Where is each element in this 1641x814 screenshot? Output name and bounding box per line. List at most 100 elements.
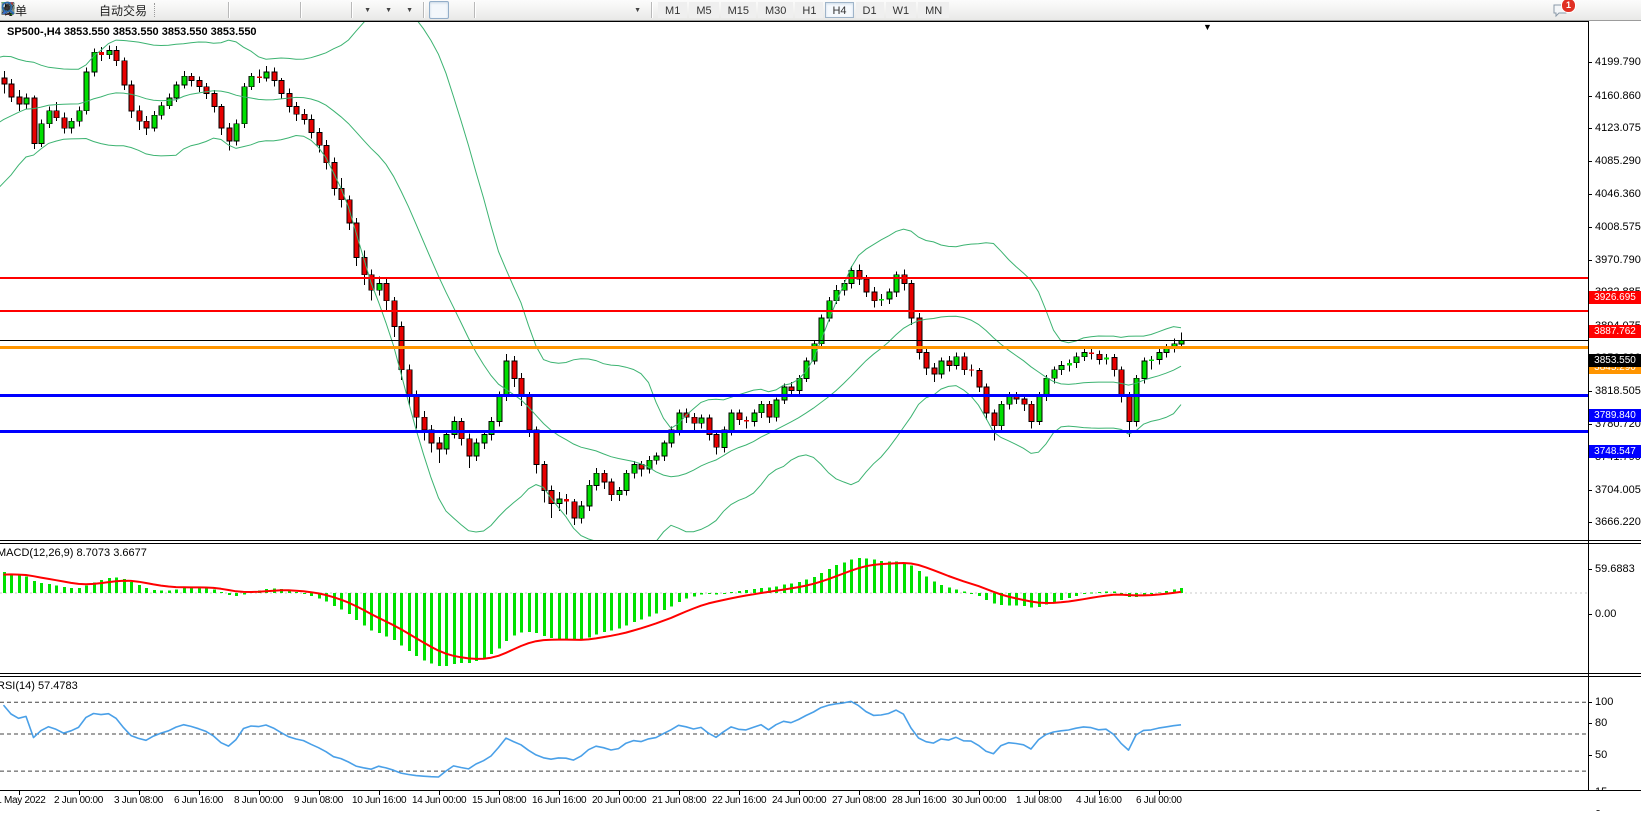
cursor-button[interactable] <box>429 1 449 19</box>
time-tick-label: 4 Jul 16:00 <box>1076 795 1122 806</box>
rsi-axis[interactable]: 1008050150 <box>1589 677 1641 790</box>
chart-window[interactable]: SP500-,H4 3853.550 3853.550 3853.550 385… <box>0 21 1641 810</box>
time-tick-label: 2 Jun 00:00 <box>54 795 103 806</box>
toolbar-separator <box>228 2 230 18</box>
scroll-position-marker: ▼ <box>1203 23 1212 32</box>
toolbar-separator <box>474 2 476 18</box>
timeframe-m1[interactable]: M1 <box>658 2 687 18</box>
time-axis[interactable]: 31 May 20222 Jun 00:003 Jun 08:006 Jun 1… <box>0 791 1641 810</box>
toolbar-separator <box>423 2 425 18</box>
macd-tick-label: 59.6883 <box>1595 564 1635 575</box>
horizontal-price-line[interactable] <box>0 394 1588 397</box>
mt4-terminal: { "toolbar": { "order_label": "订单", "aut… <box>0 0 1641 810</box>
templates-button[interactable]: ▼ <box>399 1 419 19</box>
search-button[interactable] <box>1530 1 1550 19</box>
chart-shift-button[interactable] <box>327 1 347 19</box>
search-icon <box>0 0 16 16</box>
price-tick-label: 3970.790 <box>1595 255 1641 266</box>
autotrade-button[interactable]: 自动交易 <box>95 1 151 19</box>
timeframe-m15[interactable]: M15 <box>721 2 756 18</box>
tile-windows-button[interactable] <box>276 1 296 19</box>
bar-chart-button[interactable] <box>162 1 182 19</box>
time-tick-label: 6 Jul 00:00 <box>1136 795 1182 806</box>
rsi-chart[interactable] <box>0 677 1588 790</box>
candlestick-button[interactable] <box>183 1 203 19</box>
price-chart-pane[interactable]: SP500-,H4 3853.550 3853.550 3853.550 385… <box>0 21 1588 541</box>
crosshair-button[interactable] <box>450 1 470 19</box>
time-tick-label: 27 Jun 08:00 <box>832 795 886 806</box>
fibonacci-button[interactable]: F <box>564 1 584 19</box>
timeframe-h4[interactable]: H4 <box>825 2 853 18</box>
price-tick-label: 4123.075 <box>1595 123 1641 134</box>
periods-button[interactable]: ▼ <box>378 1 398 19</box>
time-tick-label: 30 Jun 00:00 <box>952 795 1006 806</box>
toolbar-separator <box>651 2 653 18</box>
time-tick-label: 1 Jul 08:00 <box>1016 795 1062 806</box>
zoom-out-button[interactable] <box>255 1 275 19</box>
indicators-caret: ▼ <box>364 7 371 14</box>
rsi-pane[interactable]: RSI(14) 57.4783 <box>0 677 1588 790</box>
timeframe-m30[interactable]: M30 <box>758 2 793 18</box>
timeframe-m5[interactable]: M5 <box>689 2 718 18</box>
arrows-tool-button[interactable]: ▼ <box>627 1 647 19</box>
time-tick-label: 28 Jun 16:00 <box>892 795 946 806</box>
price-tick-label: 3666.220 <box>1595 517 1641 528</box>
signal-button[interactable] <box>74 1 94 19</box>
price-tick-label: 4008.575 <box>1595 222 1641 233</box>
time-tick-label: 31 May 2022 <box>0 795 46 806</box>
periods-caret: ▼ <box>385 7 392 14</box>
zoom-in-button[interactable] <box>234 1 254 19</box>
notification-badge: 1 <box>1561 0 1576 13</box>
templates-caret: ▼ <box>406 7 413 14</box>
indicators-button[interactable]: ▼ <box>357 1 377 19</box>
equidistant-channel-button[interactable]: E <box>543 1 563 19</box>
timeframe-toolbar: M1M5M15M30H1H4D1W1MN <box>657 2 950 18</box>
macd-pane[interactable]: MACD(12,26,9) 8.7073 3.6677 <box>0 544 1588 673</box>
arrows-caret: ▼ <box>634 7 641 14</box>
timeframe-mn[interactable]: MN <box>918 2 949 18</box>
price-tick-label: 4199.790 <box>1595 57 1641 68</box>
timeframe-w1[interactable]: W1 <box>886 2 917 18</box>
time-tick-label: 20 Jun 00:00 <box>592 795 646 806</box>
text-tool-button[interactable]: A <box>585 1 605 19</box>
time-tick-label: 22 Jun 16:00 <box>712 795 766 806</box>
horizontal-line-button[interactable] <box>501 1 521 19</box>
price-axis[interactable]: 4199.7904160.8604123.0754085.2904046.360… <box>1589 21 1641 540</box>
account-button[interactable] <box>53 1 73 19</box>
toolbar: 订单 自动交易 ▼ ▼ <box>0 0 1641 21</box>
macd-chart[interactable] <box>0 544 1588 673</box>
time-tick-label: 10 Jun 16:00 <box>352 795 406 806</box>
horizontal-price-line[interactable] <box>0 346 1588 349</box>
timeframe-d1[interactable]: D1 <box>856 2 884 18</box>
candlestick-chart[interactable] <box>0 22 1588 541</box>
horizontal-price-line[interactable] <box>0 340 1588 341</box>
deposit-button[interactable] <box>32 1 52 19</box>
timeframe-h1[interactable]: H1 <box>795 2 823 18</box>
time-tick-label: 8 Jun 00:00 <box>234 795 283 806</box>
toolbar-grip <box>154 3 159 17</box>
price-line-label: 3748.547 <box>1589 445 1641 458</box>
horizontal-price-line[interactable] <box>0 430 1588 433</box>
price-line-label: 3887.762 <box>1589 325 1641 338</box>
price-line-label: 3853.550 <box>1589 354 1641 367</box>
chart-title: SP500-,H4 3853.550 3853.550 3853.550 385… <box>7 26 257 38</box>
autotrade-label: 自动交易 <box>99 2 147 19</box>
trendline-button[interactable] <box>522 1 542 19</box>
rsi-label: RSI(14) 57.4783 <box>0 680 78 692</box>
line-chart-button[interactable] <box>204 1 224 19</box>
time-tick-label: 24 Jun 00:00 <box>772 795 826 806</box>
rsi-tick-label: 80 <box>1595 718 1607 729</box>
macd-axis[interactable]: 59.68830.00-98.3915 <box>1589 544 1641 673</box>
time-tick-label: 15 Jun 08:00 <box>472 795 526 806</box>
vertical-line-button[interactable] <box>480 1 500 19</box>
price-tick-label: 3818.505 <box>1595 386 1641 397</box>
horizontal-price-line[interactable] <box>0 277 1588 279</box>
label-tool-button[interactable]: T <box>606 1 626 19</box>
toolbar-separator <box>300 2 302 18</box>
price-tick-label: 4046.360 <box>1595 189 1641 200</box>
time-tick-label: 9 Jun 08:00 <box>294 795 343 806</box>
horizontal-price-line[interactable] <box>0 310 1588 312</box>
auto-scroll-button[interactable] <box>306 1 326 19</box>
time-tick-label: 16 Jun 16:00 <box>532 795 586 806</box>
notifications-button[interactable]: 1 <box>1551 1 1571 19</box>
